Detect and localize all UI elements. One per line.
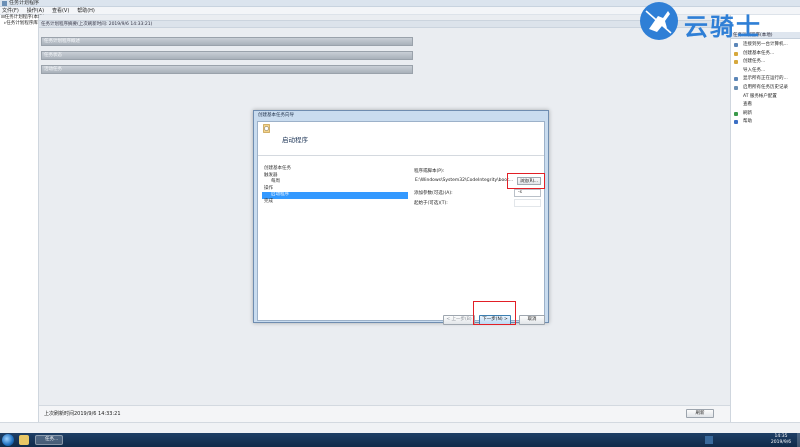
dialog-title: 创建基本任务向导 xyxy=(258,113,294,118)
summary-header: 任务计划程序摘要(上次刷新时间: 2019/9/6 14:33:21) xyxy=(39,20,730,28)
back-button[interactable]: < 上一步(B) xyxy=(443,315,475,325)
menu-view[interactable]: 查看(V) xyxy=(52,7,69,15)
action-item[interactable]: 查看 xyxy=(731,101,800,110)
start-button[interactable] xyxy=(2,434,14,446)
cancel-button[interactable]: 取消 xyxy=(519,315,545,325)
computer-icon xyxy=(734,43,738,47)
action-item-label: 显示所有正在运行的... xyxy=(743,76,788,82)
action-item[interactable]: 创建任务... xyxy=(731,58,800,67)
watermark-text: 云骑士 xyxy=(684,13,762,41)
action-item-label: 导入任务... xyxy=(743,67,766,73)
action-item-label: 查看 xyxy=(743,102,752,108)
action-item[interactable]: 启用所有任务历史记录 xyxy=(731,84,800,93)
action-item[interactable]: 帮助 xyxy=(731,118,800,127)
action-item-label: AT 服务帐户配置 xyxy=(743,93,777,99)
action-item[interactable]: AT 服务帐户配置 xyxy=(731,93,800,102)
action-item[interactable]: 连接到另一台计算机... xyxy=(731,41,800,50)
action-item-label: 帮助 xyxy=(743,119,752,125)
status-bar xyxy=(0,422,800,433)
help-icon xyxy=(734,120,738,125)
wizard-steps: 创建基本任务 触发器 每周 操作 启动程序 完成 xyxy=(262,166,408,205)
history-icon xyxy=(734,85,738,90)
window-title: 任务计划程序 xyxy=(9,0,40,6)
menu-action[interactable]: 操作(A) xyxy=(27,7,44,15)
action-item-label: 创建基本任务... xyxy=(743,50,775,56)
tray-icon[interactable] xyxy=(705,436,713,444)
explorer-icon[interactable] xyxy=(19,435,29,445)
wizard-step: 完成 xyxy=(264,198,273,204)
action-item[interactable]: 刷新 xyxy=(731,110,800,119)
watermark-logo: 云骑士 xyxy=(640,2,780,42)
actions-list: 连接到另一台计算机... 创建基本任务... 创建任务... 导入任务... 显示所有正… xyxy=(731,41,800,127)
highlight-next xyxy=(473,301,516,325)
start-in-label: 起始于(可选)(T): xyxy=(414,201,448,206)
create-basic-task-wizard: 创建基本任务向导 启动程序 创建基本任务 触发器 每周 操作 启动程序 完成 程序或脚本(… xyxy=(253,110,549,325)
knight-logo-icon xyxy=(640,2,678,40)
task-icon xyxy=(734,60,738,65)
taskbar: 任务... 14:35 2019/9/6 xyxy=(0,433,800,447)
actions-pane: 任务计划程序(本地) 连接到另一台计算机... 创建基本任务... 创建任务... 导… xyxy=(730,15,800,422)
navigation-tree: ⊟任务计划程序(本地) ▹任务计划程序库 xyxy=(0,15,44,422)
summary-header-text: 任务计划程序摘要(上次刷新时间: 2019/9/6 14:33:21) xyxy=(41,22,153,27)
section-task-status[interactable]: 任务状态 xyxy=(41,51,413,60)
action-item[interactable]: 导入任务... xyxy=(731,67,800,76)
start-in-field[interactable] xyxy=(514,199,541,207)
dialog-body: 启动程序 创建基本任务 触发器 每周 操作 启动程序 完成 程序或脚本(P): E:\Wi… xyxy=(257,121,545,325)
action-item-label: 创建任务... xyxy=(743,59,766,65)
task-clock-icon xyxy=(263,124,270,133)
status-line: 上次刷新时间2019/9/6 14:33:21 刷新 xyxy=(39,405,730,422)
running-tasks-icon xyxy=(734,77,738,82)
refresh-icon xyxy=(734,111,738,116)
arguments-field[interactable]: -s xyxy=(514,189,541,197)
section-active-tasks[interactable]: 活动任务 xyxy=(41,65,413,74)
taskbar-task[interactable]: 任务... xyxy=(35,435,63,445)
last-refresh-text: 上次刷新时间2019/9/6 14:33:21 xyxy=(44,411,121,417)
dialog-banner: 启动程序 xyxy=(258,122,544,156)
dialog-heading: 启动程序 xyxy=(282,136,308,144)
action-item-label: 刷新 xyxy=(743,110,752,116)
action-item-label: 连接到另一台计算机... xyxy=(743,42,788,47)
tree-node-library[interactable]: ▹任务计划程序库 xyxy=(0,21,38,27)
action-item-label: 启用所有任务历史记录 xyxy=(743,84,788,90)
menu-help[interactable]: 帮助(H) xyxy=(77,7,95,15)
highlight-arguments xyxy=(507,173,545,189)
arguments-label: 添加参数(可选)(A): xyxy=(414,191,453,196)
refresh-button[interactable]: 刷新 xyxy=(686,409,714,418)
action-item[interactable]: 创建基本任务... xyxy=(731,50,800,59)
program-path-field[interactable]: E:\Windows\System32\CodeIntegrity\boot..… xyxy=(414,177,515,185)
basic-task-icon xyxy=(734,51,738,56)
section-overview[interactable]: 任务计划程序概述 xyxy=(41,37,413,46)
clock[interactable]: 14:35 2019/9/6 xyxy=(764,434,798,446)
menu-file[interactable]: 文件(F) xyxy=(2,7,19,15)
app-icon xyxy=(2,1,7,6)
action-item[interactable]: 显示所有正在运行的... xyxy=(731,75,800,84)
